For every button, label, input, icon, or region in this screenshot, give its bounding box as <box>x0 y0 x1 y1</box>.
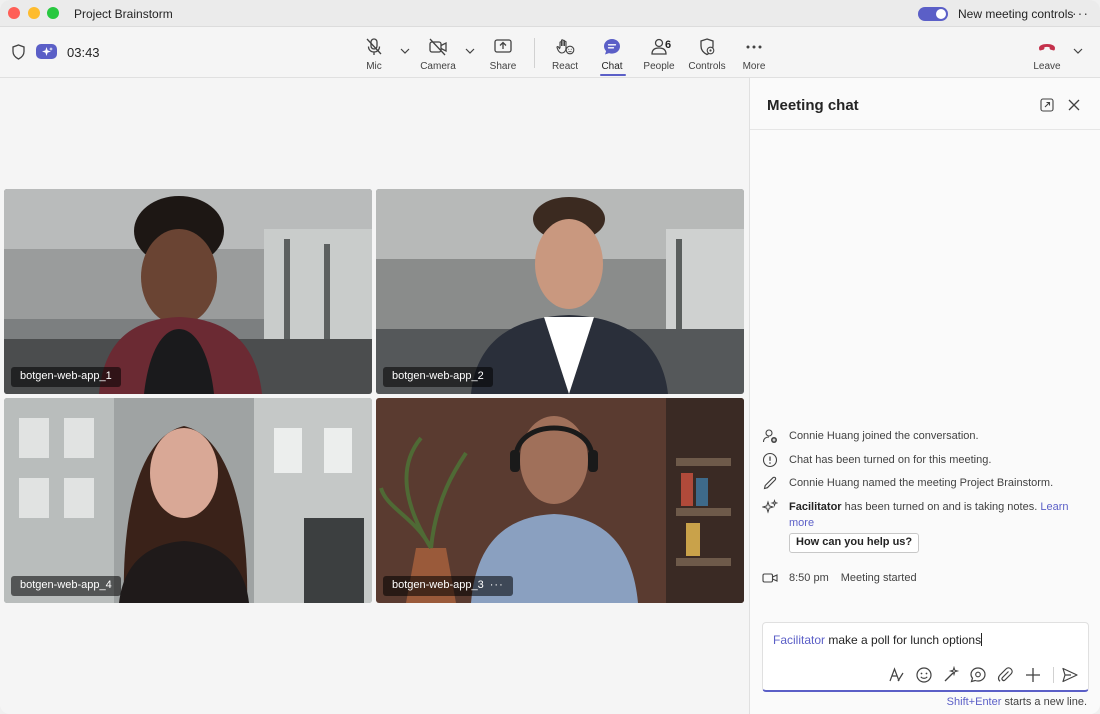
shield-icon <box>12 44 25 60</box>
more-icon <box>746 45 762 49</box>
chat-panel-header: Meeting chat <box>750 78 1100 130</box>
video-icon <box>762 573 778 583</box>
person-add-icon <box>762 429 777 443</box>
leave-label: Leave <box>1033 61 1061 72</box>
share-button[interactable]: Share <box>475 35 531 75</box>
participant-video <box>4 189 372 394</box>
teams-meeting-window: Project Brainstorm New meeting controls … <box>0 0 1100 714</box>
participant-video <box>376 398 744 603</box>
hangup-icon <box>1039 44 1055 51</box>
loop-icon[interactable] <box>969 666 987 684</box>
composer-mention: Facilitator <box>773 633 826 647</box>
video-tile-4[interactable]: botgen-web-app_3 ··· <box>376 398 744 603</box>
window-close-button[interactable] <box>8 7 20 19</box>
meeting-toolbar: 03:43 Mic Camera Share React Chat People… <box>0 27 1100 78</box>
participant-name-tag: botgen-web-app_1 <box>11 367 121 387</box>
sparkle-icon <box>762 499 778 514</box>
video-tile-1[interactable]: botgen-web-app_1 <box>4 189 372 394</box>
new-meeting-controls-label: New meeting controls <box>958 7 1074 21</box>
share-label: Share <box>489 61 517 72</box>
mic-button[interactable]: Mic <box>346 35 402 75</box>
participant-name-tag: botgen-web-app_3 ··· <box>383 576 513 596</box>
window-title: Project Brainstorm <box>74 7 173 21</box>
toolbar-divider <box>534 38 535 68</box>
share-icon <box>494 39 512 53</box>
emoji-icon[interactable] <box>915 666 933 684</box>
meeting-started-time: 8:50 pm <box>789 572 829 584</box>
video-stage: botgen-web-app_1 botgen-web-app_2 botgen… <box>0 78 749 714</box>
sparkle-badge-icon[interactable] <box>36 44 57 59</box>
composer-separator <box>1053 667 1054 683</box>
window-minimize-button[interactable] <box>28 7 40 19</box>
title-more-button[interactable]: ··· <box>1072 5 1089 21</box>
composer-input[interactable]: Facilitator make a poll for lunch option… <box>773 633 983 647</box>
react-icon <box>556 39 575 55</box>
facilitator-name: Facilitator <box>789 501 842 513</box>
meeting-timer: 03:43 <box>67 45 100 60</box>
camera-off-icon <box>429 38 447 56</box>
camera-button[interactable]: Camera <box>410 35 466 75</box>
participant-name-tag: botgen-web-app_4 <box>11 576 121 596</box>
participant-video <box>4 398 372 603</box>
video-tile-2[interactable]: botgen-web-app_2 <box>376 189 744 394</box>
info-icon <box>762 452 778 468</box>
format-icon[interactable] <box>888 666 906 684</box>
facilitator-help-button[interactable]: How can you help us? <box>789 533 920 553</box>
window-maximize-button[interactable] <box>47 7 59 19</box>
close-icon[interactable] <box>1067 98 1081 112</box>
chat-panel-title: Meeting chat <box>767 97 859 114</box>
people-count-badge: 6 <box>665 39 672 51</box>
mic-label: Mic <box>366 61 382 72</box>
controls-icon <box>700 38 715 56</box>
attach-icon[interactable] <box>996 666 1014 684</box>
copilot-icon[interactable] <box>942 666 960 684</box>
plus-icon[interactable] <box>1024 666 1042 684</box>
send-icon[interactable] <box>1061 666 1079 684</box>
chat-icon <box>604 39 620 55</box>
meeting-chat-panel: Meeting chat Connie Huang joined the con… <box>749 78 1100 714</box>
mic-off-icon <box>366 38 382 55</box>
composer-hint: Shift+Enter starts a new line. <box>946 696 1087 708</box>
chat-active-indicator <box>600 74 626 76</box>
camera-label: Camera <box>420 61 456 72</box>
chat-event-facilitator: Facilitator has been turned on and is ta… <box>762 499 1087 533</box>
more-button[interactable]: More <box>726 35 782 75</box>
title-bar: Project Brainstorm New meeting controls … <box>0 0 1100 27</box>
leave-button[interactable]: Leave <box>1019 35 1075 75</box>
participant-video <box>376 189 744 394</box>
participant-more-button[interactable]: ··· <box>490 579 504 591</box>
pencil-icon <box>763 476 777 490</box>
video-tile-3[interactable]: botgen-web-app_4 <box>4 398 372 603</box>
participant-name-tag: botgen-web-app_2 <box>383 367 493 387</box>
chat-composer[interactable]: Facilitator make a poll for lunch option… <box>762 622 1089 692</box>
more-label: More <box>742 61 766 72</box>
leave-options-chevron-down-icon[interactable] <box>1072 45 1084 57</box>
popout-icon[interactable] <box>1040 98 1054 112</box>
new-meeting-controls-toggle[interactable] <box>918 7 948 21</box>
